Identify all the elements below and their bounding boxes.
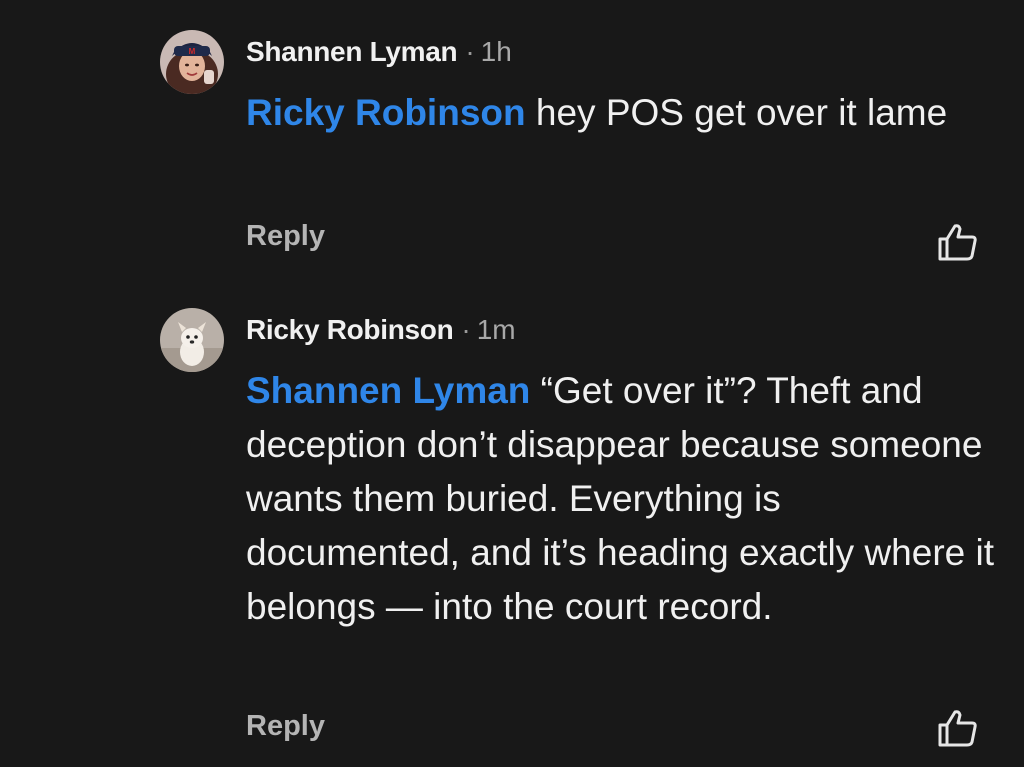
profile-photo-dog-icon bbox=[160, 308, 224, 372]
reply-button[interactable]: Reply bbox=[246, 710, 325, 743]
thumbs-up-icon bbox=[938, 710, 977, 747]
like-button[interactable] bbox=[936, 706, 980, 750]
comment-text: Shannen Lyman “Get over it”? Theft and d… bbox=[246, 364, 996, 634]
comment-header: Shannen Lyman · 1h bbox=[246, 34, 512, 70]
timestamp: 1h bbox=[480, 36, 512, 67]
author-name[interactable]: Ricky Robinson bbox=[246, 314, 454, 345]
profile-photo-woman-icon: M bbox=[160, 30, 224, 94]
avatar[interactable] bbox=[160, 308, 224, 372]
avatar[interactable]: M bbox=[160, 30, 224, 94]
timestamp: 1m bbox=[476, 314, 516, 345]
like-button[interactable] bbox=[936, 220, 980, 264]
svg-text:M: M bbox=[189, 47, 196, 56]
separator: · bbox=[461, 314, 471, 345]
comment-thread: M Shannen Lyman · 1h Ricky Robinson hey PO… bbox=[0, 0, 1024, 767]
comment-text: Ricky Robinson hey POS get over it lame bbox=[246, 86, 996, 140]
comment-body: hey POS get over it lame bbox=[525, 92, 948, 133]
comment-header: Ricky Robinson · 1m bbox=[246, 312, 516, 348]
separator: · bbox=[465, 36, 475, 67]
mention-link[interactable]: Ricky Robinson bbox=[246, 92, 526, 133]
mention-link[interactable]: Shannen Lyman bbox=[246, 370, 530, 411]
reply-button[interactable]: Reply bbox=[246, 220, 325, 253]
author-name[interactable]: Shannen Lyman bbox=[246, 36, 458, 67]
thumbs-up-icon bbox=[938, 224, 977, 261]
